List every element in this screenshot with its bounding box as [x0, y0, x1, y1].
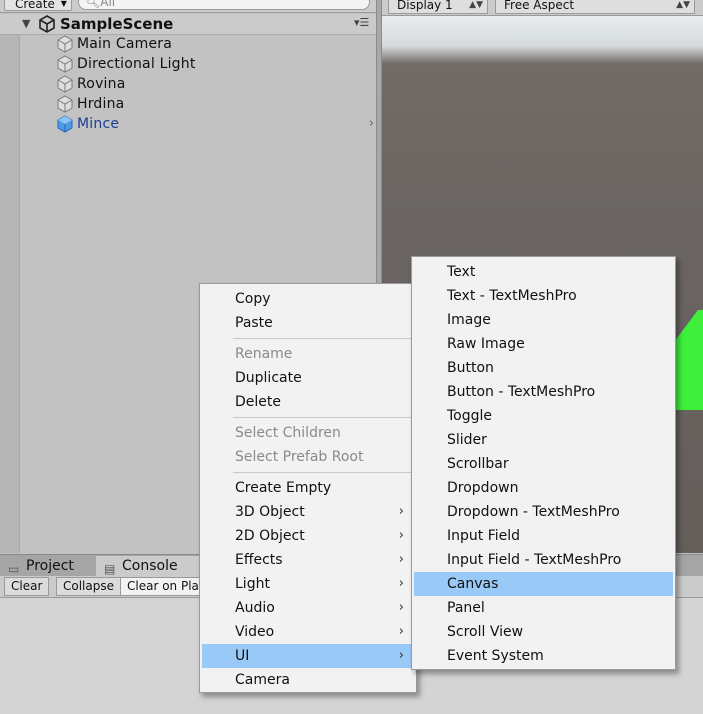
- gameobject-cube-icon: [57, 35, 73, 53]
- menu-item-copy[interactable]: Copy: [202, 287, 414, 311]
- hierarchy-search-input[interactable]: 🔍︎All: [78, 0, 370, 10]
- gameobject-cube-icon: [57, 75, 73, 93]
- menu-item-3d-object[interactable]: 3D Object ›: [202, 500, 414, 524]
- submenu-item-panel[interactable]: Panel: [414, 596, 673, 620]
- context-menu: Copy Paste Rename Duplicate Delete Selec…: [199, 283, 417, 693]
- submenu-item-scroll-view[interactable]: Scroll View: [414, 620, 673, 644]
- menu-item-paste[interactable]: Paste: [202, 311, 414, 335]
- submenu-item-toggle[interactable]: Toggle: [414, 404, 673, 428]
- create-dropdown[interactable]: Create ▼: [4, 0, 72, 11]
- chevron-right-icon: ›: [398, 648, 404, 663]
- menu-item-label: Light: [235, 576, 270, 592]
- submenu-item-text-textmeshpro[interactable]: Text - TextMeshPro: [414, 284, 673, 308]
- submenu-item-dropdown-textmeshpro[interactable]: Dropdown - TextMeshPro: [414, 500, 673, 524]
- menu-item-delete[interactable]: Delete: [202, 390, 414, 414]
- menu-item-label: Effects: [235, 552, 283, 568]
- submenu-item-dropdown[interactable]: Dropdown: [414, 476, 673, 500]
- chevron-right-icon: ›: [398, 504, 404, 519]
- menu-item-label: 2D Object: [235, 528, 305, 544]
- hierarchy-item-label: Main Camera: [77, 36, 173, 52]
- search-icon: 🔍︎: [85, 0, 101, 9]
- hierarchy-item-label: Hrdina: [77, 96, 125, 112]
- display-value: Display 1: [397, 0, 453, 12]
- menu-item-audio[interactable]: Audio ›: [202, 596, 414, 620]
- submenu-item-image[interactable]: Image: [414, 308, 673, 332]
- hierarchy-toolbar: Create ▼ 🔍︎All: [0, 0, 378, 13]
- menu-item-video[interactable]: Video ›: [202, 620, 414, 644]
- chevron-right-icon: ›: [398, 576, 404, 591]
- menu-item-create-empty[interactable]: Create Empty: [202, 476, 414, 500]
- menu-item-label: Audio: [235, 600, 275, 616]
- menu-item-effects[interactable]: Effects ›: [202, 548, 414, 572]
- menu-item-light[interactable]: Light ›: [202, 572, 414, 596]
- submenu-item-raw-image[interactable]: Raw Image: [414, 332, 673, 356]
- scene-row[interactable]: ▼ SampleScene ▾☰: [0, 14, 378, 35]
- chevron-right-icon: ›: [398, 528, 404, 543]
- hierarchy-indent-strip: [0, 35, 20, 553]
- menu-item-select-prefab-root: Select Prefab Root: [235, 449, 364, 465]
- aspect-value: Free Aspect: [504, 0, 575, 12]
- expand-arrow-icon[interactable]: ▼: [22, 17, 30, 30]
- hierarchy-item-label: Directional Light: [77, 56, 196, 72]
- menu-separator: [233, 472, 413, 473]
- chevron-right-icon[interactable]: ›: [369, 114, 374, 134]
- chevron-right-icon: ›: [398, 600, 404, 615]
- submenu-item-button[interactable]: Button: [414, 356, 673, 380]
- gameobject-cube-icon: [57, 55, 73, 73]
- hierarchy-item-label: Mince: [77, 116, 120, 132]
- hierarchy-item-mince[interactable]: Mince ›: [56, 114, 378, 134]
- updown-icon: ▲▼: [469, 0, 483, 10]
- hierarchy-item-directional-light[interactable]: Directional Light: [56, 54, 378, 74]
- prefab-cube-icon: [57, 115, 73, 133]
- tab-console[interactable]: ▤ Console: [96, 556, 206, 577]
- create-label: Create: [15, 0, 55, 11]
- chevron-right-icon: ›: [398, 624, 404, 639]
- tab-project[interactable]: ▭ Project: [0, 556, 94, 577]
- updown-icon: ▲▼: [676, 0, 690, 10]
- submenu-item-slider[interactable]: Slider: [414, 428, 673, 452]
- tab-label: Console: [122, 558, 178, 574]
- hierarchy-item-hrdina[interactable]: Hrdina: [56, 94, 378, 114]
- collapse-button[interactable]: Collapse: [56, 577, 121, 596]
- clear-on-play-button[interactable]: Clear on Play: [120, 577, 210, 596]
- menu-separator: [233, 417, 413, 418]
- gameobject-cube-icon: [57, 95, 73, 113]
- submenu-item-text[interactable]: Text: [414, 260, 673, 284]
- clear-button[interactable]: Clear: [4, 577, 50, 596]
- submenu-item-scrollbar[interactable]: Scrollbar: [414, 452, 673, 476]
- menu-item-label: UI: [235, 648, 250, 664]
- menu-item-duplicate[interactable]: Duplicate: [202, 366, 414, 390]
- menu-item-rename: Rename: [235, 346, 293, 362]
- ui-submenu: Text Text - TextMeshPro Image Raw Image …: [411, 256, 676, 670]
- search-placeholder: All: [100, 0, 116, 9]
- submenu-item-event-system[interactable]: Event System: [414, 644, 673, 668]
- submenu-item-button-textmeshpro[interactable]: Button - TextMeshPro: [414, 380, 673, 404]
- menu-item-camera[interactable]: Camera: [202, 668, 414, 692]
- menu-item-ui[interactable]: UI ›: [202, 644, 414, 668]
- dropdown-caret-icon: ▼: [60, 0, 67, 8]
- submenu-item-input-field[interactable]: Input Field: [414, 524, 673, 548]
- menu-item-select-children: Select Children: [235, 425, 341, 441]
- chevron-right-icon: ›: [398, 552, 404, 567]
- display-select[interactable]: Display 1 ▲▼: [388, 0, 488, 14]
- menu-item-label: Video: [235, 624, 275, 640]
- aspect-select[interactable]: Free Aspect ▲▼: [495, 0, 695, 14]
- unity-scene-icon: [39, 15, 55, 33]
- hierarchy-item-main-camera[interactable]: Main Camera: [56, 34, 378, 54]
- scene-menu-icon[interactable]: ▾☰: [354, 16, 369, 29]
- scene-name: SampleScene: [60, 15, 174, 33]
- menu-item-label: 3D Object: [235, 504, 305, 520]
- menu-separator: [233, 338, 413, 339]
- hierarchy-item-rovina[interactable]: Rovina: [56, 74, 378, 94]
- hierarchy-item-label: Rovina: [77, 76, 126, 92]
- game-toolbar: Display 1 ▲▼ Free Aspect ▲▼: [382, 0, 703, 16]
- tab-label: Project: [26, 558, 74, 574]
- submenu-item-canvas[interactable]: Canvas: [414, 572, 673, 596]
- menu-item-2d-object[interactable]: 2D Object ›: [202, 524, 414, 548]
- submenu-item-input-field-textmeshpro[interactable]: Input Field - TextMeshPro: [414, 548, 673, 572]
